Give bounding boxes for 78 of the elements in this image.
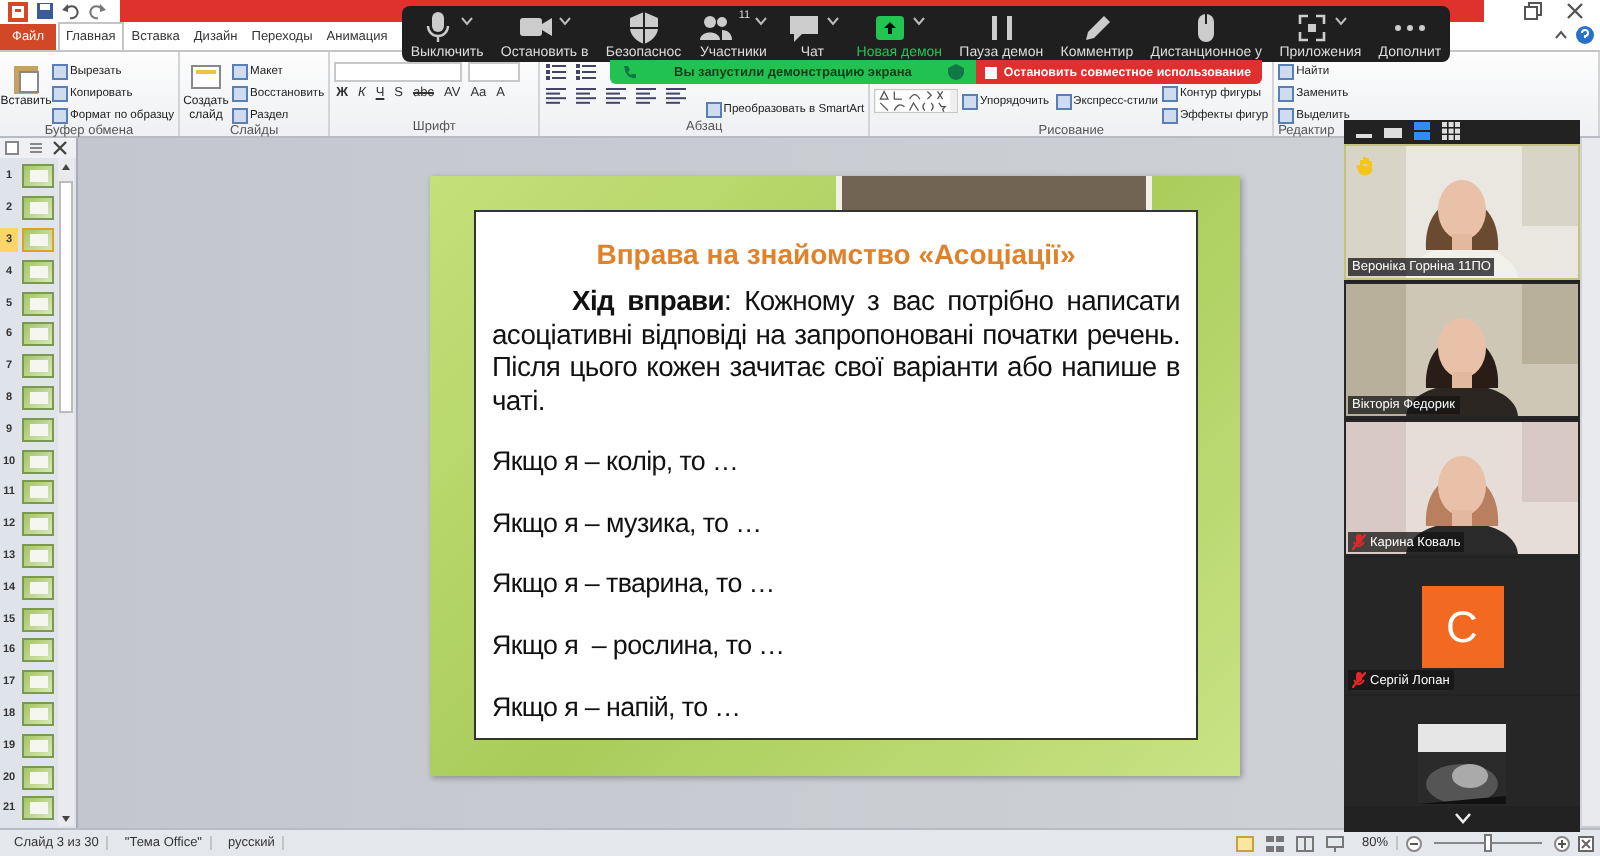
command-icon: [705, 101, 722, 117]
list-icon[interactable]: [576, 64, 597, 80]
slide-paragraph: Хід вправи: Кожному з вас потрібно написати асоціативні відповіді на запропоновані початки речень. Після цього кожен зачитає свої варіанти або напише в чаті.: [492, 284, 1180, 418]
shield-icon: [947, 64, 964, 80]
slide-thumbnail[interactable]: [22, 480, 54, 505]
slide-text-line: Якщо я – рослина, то …: [492, 629, 787, 664]
app-logo-icon[interactable]: [8, 1, 28, 21]
slide-thumbnail[interactable]: [22, 164, 54, 189]
caret-icon[interactable]: [754, 16, 769, 26]
outline-tab-icon[interactable]: [28, 140, 44, 156]
slide-thumbnail[interactable]: [22, 638, 54, 663]
undo-icon[interactable]: [62, 2, 80, 20]
slideshow-icon[interactable]: [1325, 835, 1344, 851]
stop-icon: [983, 65, 998, 79]
caret-icon[interactable]: [460, 16, 475, 26]
slide-text-line: Якщо я – музика, то …: [492, 507, 764, 541]
caret-icon[interactable]: [1333, 16, 1348, 26]
slide-thumbnail[interactable]: [22, 701, 54, 726]
thumbnail-view-icon[interactable]: [1384, 123, 1402, 139]
slide-thumbnail[interactable]: [22, 543, 54, 568]
caret-icon[interactable]: [557, 16, 572, 26]
list-icon[interactable]: [546, 64, 567, 80]
slide-title: Вправа на знайомство «Асоціації»: [594, 238, 1078, 270]
phone-icon: [622, 64, 638, 80]
command-icon: [962, 93, 979, 109]
font-size-field[interactable]: [468, 62, 521, 82]
slide-thumbnail[interactable]: [22, 417, 54, 442]
reading-view-icon[interactable]: [1295, 835, 1314, 851]
avatar: C: [1421, 586, 1503, 668]
save-icon[interactable]: [36, 2, 54, 20]
slide-thumbnail[interactable]: [22, 607, 54, 632]
slide-thumbnail[interactable]: [22, 385, 54, 410]
close-icon[interactable]: [1566, 2, 1584, 20]
slide-thumbnail[interactable]: [22, 227, 54, 252]
grid-icon[interactable]: [1442, 122, 1460, 140]
slide-thumbnail[interactable]: [22, 512, 54, 537]
slide-thumbnail[interactable]: [22, 322, 54, 347]
slide-thumbnail[interactable]: [22, 291, 54, 316]
collapse-ribbon-icon[interactable]: [1554, 28, 1568, 42]
caret-icon[interactable]: [912, 16, 927, 26]
slides-tab-icon[interactable]: [4, 140, 20, 156]
align-icon[interactable]: [546, 88, 567, 104]
close-icon[interactable]: [52, 140, 68, 156]
slide-thumbnail[interactable]: [22, 354, 54, 379]
align-icon[interactable]: [606, 88, 627, 104]
slide-text-line: Якщо я – тварина, то …: [492, 568, 777, 602]
more-icon: [1393, 24, 1426, 32]
slide-thumbnail[interactable]: [22, 575, 54, 600]
chevron-down-icon[interactable]: [1453, 812, 1471, 824]
slide-text-line: Якщо я – напій, то …: [492, 691, 743, 725]
chat-bubble-icon: [785, 10, 822, 46]
slide-icon: [189, 62, 222, 94]
slide-thumbnail[interactable]: [22, 259, 54, 284]
slide-thumbnail[interactable]: [22, 670, 54, 695]
restore-icon[interactable]: [1524, 2, 1542, 20]
slide-thumbnail[interactable]: [22, 765, 54, 790]
redo-icon[interactable]: [88, 2, 106, 20]
slide-thumbnail[interactable]: [22, 733, 54, 758]
slide-text-line: Якщо я – колір, то …: [492, 445, 741, 480]
clipboard-icon: [10, 62, 42, 94]
slide-thumbnail[interactable]: [22, 196, 54, 221]
sorter-view-icon[interactable]: [1265, 835, 1284, 851]
speaker-view-icon[interactable]: [1414, 122, 1430, 140]
align-icon[interactable]: [576, 88, 597, 104]
people-icon: [698, 10, 735, 46]
fit-slide-icon[interactable]: [1578, 835, 1594, 851]
slide-thumbnail[interactable]: [22, 796, 54, 821]
caret-icon[interactable]: [825, 16, 840, 26]
apps-icon: [1293, 10, 1330, 46]
zoom-in-icon[interactable]: [1554, 835, 1570, 851]
command-icon: [1055, 93, 1072, 109]
slide-thumbnail[interactable]: [22, 449, 54, 474]
help-icon[interactable]: [1576, 26, 1594, 44]
align-icon[interactable]: [636, 88, 657, 104]
font-name-field[interactable]: [334, 62, 463, 82]
align-icon[interactable]: [666, 88, 687, 104]
share-screen-icon: [872, 10, 909, 46]
zoom-out-icon[interactable]: [1406, 835, 1422, 851]
